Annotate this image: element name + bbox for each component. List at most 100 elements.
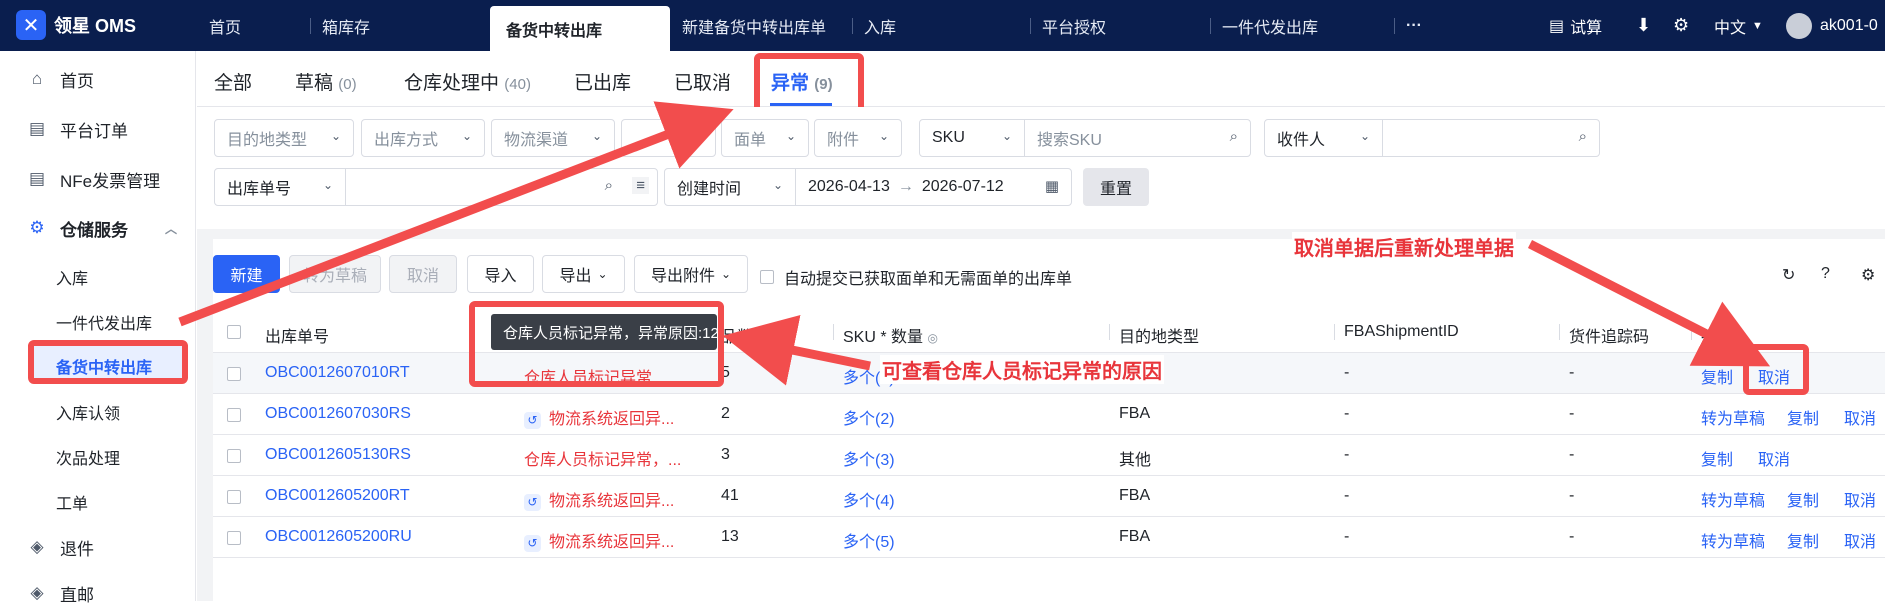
checkbox[interactable] [760,270,774,284]
order-no-link[interactable]: OBC0012605130RS [265,446,411,464]
tab-platform-auth[interactable]: 平台授权 [1030,0,1210,51]
chevron-down-icon: ⌄ [597,267,608,281]
order-no-type-select[interactable]: 出库单号 ⌄ [214,168,346,206]
column-settings-icon[interactable]: ⚙ [1861,265,1875,285]
col-divider [1109,324,1110,340]
tab-dropship-outbound[interactable]: 一件代发出库 [1210,0,1390,51]
order-no-link[interactable]: OBC0012607030RS [265,405,411,423]
language-select[interactable]: 中文 ▼ [1714,0,1763,51]
sku-link[interactable]: 多个(5) [843,528,895,552]
auto-submit-checkbox[interactable]: 自动提交已获取面单和无需面单的出库单 [760,265,1072,289]
sidebar-item-direct-mail[interactable]: ◈ 直邮 [0,573,196,613]
sidebar-sub-inbound-claim[interactable]: 入库认领 [56,400,120,424]
app-logo[interactable]: ✕ 领星 OMS [16,10,136,40]
tab-processing[interactable]: 仓库处理中 (40) [404,68,531,95]
out-method-select[interactable]: 出库方式 ⌄ [361,119,485,157]
order-no-link[interactable]: OBC0012605200RT [265,487,410,505]
sku-type-select[interactable]: SKU ⌄ [919,119,1025,157]
refresh-icon[interactable]: ↻ [1782,265,1795,285]
settings-icon[interactable]: ⚙ [1673,0,1689,51]
tab-shipped[interactable]: 已出库 [574,68,631,95]
table-row[interactable]: OBC0012605200RT ↺ 物流系统返回异... 41 多个(4) FBA… [213,476,1885,517]
to-draft-button[interactable]: 转为草稿 [289,255,381,293]
sidebar-item-home[interactable]: ⌂ 首页 [0,59,196,99]
tab-home[interactable]: 首页 [197,0,317,51]
cancel-link[interactable]: 取消 [1844,528,1876,552]
sidebar-sub-work-order[interactable]: 工单 [56,490,88,514]
help-icon[interactable]: ? [1821,265,1830,283]
order-no-link[interactable]: OBC0012607010RT [265,364,410,382]
cancel-link[interactable]: 取消 [1844,487,1876,511]
download-icon[interactable]: ⬇ [1636,0,1651,51]
sidebar-item-label: 首页 [60,71,94,91]
sidebar-item-nfe[interactable]: ▤ NFe发票管理 [0,159,196,199]
table-row[interactable]: OBC0012607030RS ↺ 物流系统返回异... 2 多个(2) FBA … [213,394,1885,435]
sidebar-sub-defective[interactable]: 次品处理 [56,445,120,469]
row-checkbox[interactable] [227,531,241,545]
sku-link[interactable]: 多个(3) [843,446,895,470]
channel-select[interactable]: 物流渠道 ⌄ [491,119,615,157]
row-checkbox[interactable] [227,408,241,422]
fba-value: - [1344,405,1350,422]
reset-button[interactable]: 重置 [1083,168,1149,206]
trial-button[interactable]: ▤ 试算 [1549,0,1602,51]
sku-search-input[interactable]: 搜索SKU ⌕ [1024,119,1251,157]
cancel-button[interactable]: 取消 [389,255,457,293]
sidebar-item-warehouse[interactable]: ⚙ 仓储服务 ︿ [0,208,196,248]
exception-reason[interactable]: ↺ 物流系统返回异... [524,528,674,552]
tab-inbound[interactable]: 入库 [852,0,1032,51]
tab-more[interactable]: ··· [1394,0,1454,51]
sku-link[interactable]: 多个(2) [843,405,895,429]
sidebar-item-platform-orders[interactable]: ▤ 平台订单 [0,109,196,149]
date-range-picker[interactable]: 2026-04-13 → 2026-07-12 ▦ [795,168,1072,206]
table-row[interactable]: OBC0012605130RS 仓库人员标记异常，... 3 多个(3) 其他 … [213,435,1885,476]
tab-stock-transfer-outbound[interactable]: 备货中转出库 [490,6,670,51]
sidebar-item-label: 平台订单 [60,121,128,141]
tab-cancelled[interactable]: 已取消 [674,68,731,95]
hidden-select[interactable] [621,119,716,157]
exception-reason[interactable]: ↺ 物流系统返回异... [524,487,674,511]
user-menu[interactable]: ak001-0 [1786,0,1878,51]
tab-draft[interactable]: 草稿 (0) [295,68,357,95]
order-no-input[interactable]: ⌕ ≡ [345,168,658,206]
exception-reason[interactable]: 仓库人员标记异常，... [524,446,681,470]
tab-all[interactable]: 全部 [214,68,252,95]
copy-link[interactable]: 复制 [1701,446,1733,470]
mail-icon: ◈ [30,583,44,602]
receiver-type-select[interactable]: 收件人 ⌄ [1264,119,1383,157]
attachment-select[interactable]: 附件 ⌄ [814,119,902,157]
receiver-search-input[interactable]: ⌕ [1382,119,1600,157]
sidebar-sub-stock-transfer[interactable]: 备货中转出库 [28,340,188,384]
export-attachment-button[interactable]: 导出附件 ⌄ [634,255,748,293]
label-sheet-select[interactable]: 面单 ⌄ [721,119,809,157]
new-button[interactable]: 新建 [213,255,280,293]
to-draft-link[interactable]: 转为草稿 [1701,528,1765,552]
select-all-checkbox[interactable] [227,325,241,339]
cancel-link[interactable]: 取消 [1758,446,1790,470]
to-draft-link[interactable]: 转为草稿 [1701,405,1765,429]
batch-input-icon[interactable]: ≡ [632,177,649,194]
copy-link[interactable]: 复制 [1701,364,1733,388]
order-no-link[interactable]: OBC0012605200RU [265,528,412,546]
time-type-select[interactable]: 创建时间 ⌄ [664,168,796,206]
sidebar-sub-dropship[interactable]: 一件代发出库 [56,310,152,334]
sidebar-sub-inbound[interactable]: 入库 [56,265,88,289]
sidebar-item-returns[interactable]: ◈ 退件 [0,527,196,567]
row-checkbox[interactable] [227,490,241,504]
table-row[interactable]: OBC0012605200RU ↺ 物流系统返回异... 13 多个(5) FBA… [213,517,1885,558]
row-checkbox[interactable] [227,449,241,463]
exception-reason[interactable]: ↺ 物流系统返回异... [524,405,674,429]
copy-link[interactable]: 复制 [1787,405,1819,429]
tab-new-transfer-order[interactable]: 新建备货中转出库单 [670,0,845,51]
export-button[interactable]: 导出 ⌄ [542,255,625,293]
import-button[interactable]: 导入 [467,255,534,293]
cancel-link[interactable]: 取消 [1844,405,1876,429]
copy-link[interactable]: 复制 [1787,528,1819,552]
to-draft-link[interactable]: 转为草稿 [1701,487,1765,511]
sku-link[interactable]: 多个(4) [843,487,895,511]
dest-type-select[interactable]: 目的地类型 ⌄ [214,119,354,157]
copy-link[interactable]: 复制 [1787,487,1819,511]
tab-box-inventory[interactable]: 箱库存 [310,0,490,51]
date-to: 2026-07-12 [921,178,1004,195]
row-checkbox[interactable] [227,367,241,381]
